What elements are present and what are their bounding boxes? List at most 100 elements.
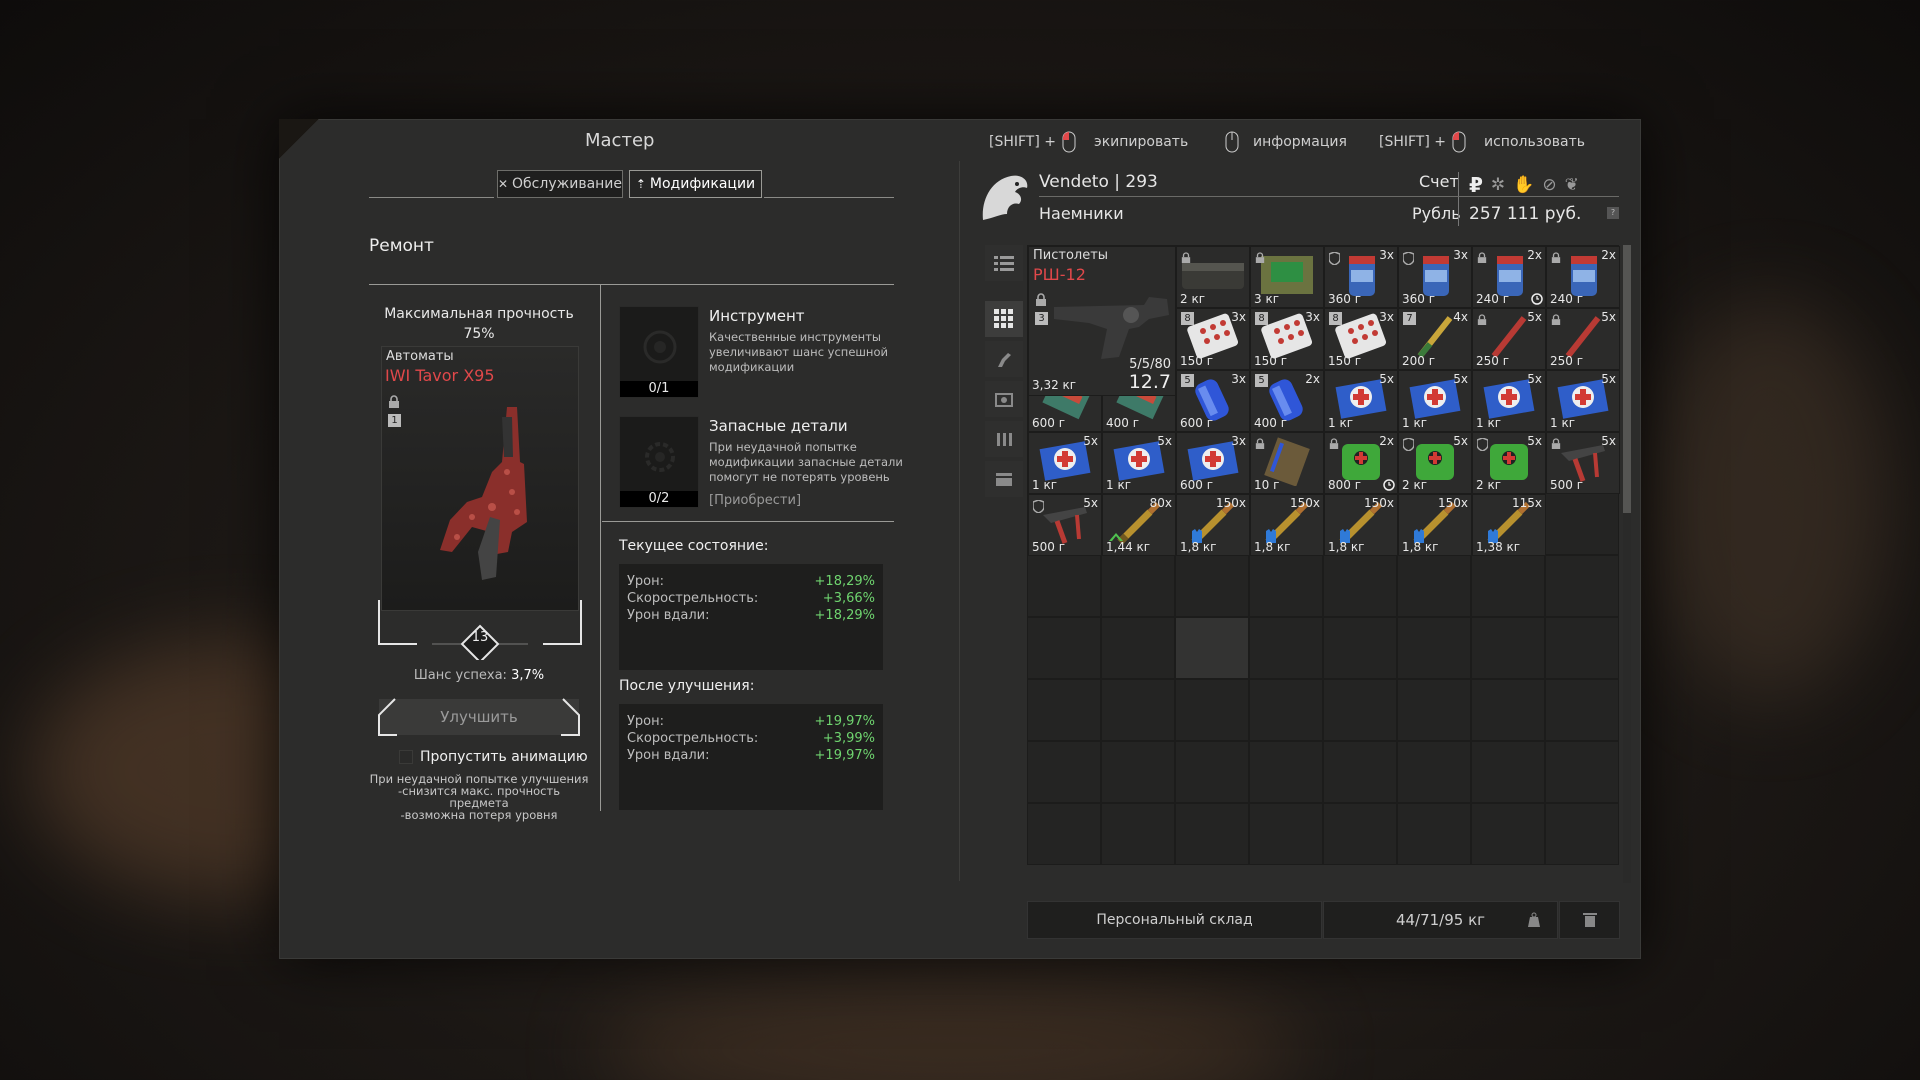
grid-cell[interactable]	[1249, 679, 1323, 741]
inventory-item[interactable]: 8 3x 150 г	[1324, 308, 1398, 370]
help-icon[interactable]: ?	[1607, 207, 1619, 219]
inventory-item[interactable]: 5x 2 кг	[1472, 432, 1546, 494]
grid-cell[interactable]	[1471, 741, 1545, 803]
grid-cell[interactable]	[1545, 555, 1619, 617]
wrench-icon: ✕	[497, 177, 509, 191]
tab-mods[interactable]: ⇡ Модификации	[629, 170, 762, 198]
grid-cell[interactable]	[1323, 679, 1397, 741]
grid-cell[interactable]	[1471, 679, 1545, 741]
player-name: Vendeto | 293	[1039, 172, 1158, 192]
grid-cell[interactable]	[1323, 617, 1397, 679]
grid-cell[interactable]	[1249, 617, 1323, 679]
grid-cell[interactable]	[1545, 493, 1619, 555]
grid-cell[interactable]	[1397, 803, 1471, 865]
inventory-item[interactable]: 8 3x 150 г	[1250, 308, 1324, 370]
inventory-item[interactable]: 2x 240 г	[1546, 246, 1620, 308]
skip-animation-checkbox[interactable]	[399, 750, 413, 764]
inventory-item[interactable]: 150x 1,8 кг	[1324, 494, 1398, 556]
inventory-item[interactable]: 5x 250 г	[1472, 308, 1546, 370]
inventory-item[interactable]: 150x 1,8 кг	[1176, 494, 1250, 556]
buy-spare-link[interactable]: [Приобрести]	[709, 493, 801, 508]
grid-cell[interactable]	[1027, 803, 1101, 865]
grid-cell[interactable]	[1323, 803, 1397, 865]
inventory-item[interactable]: 2 кг	[1176, 246, 1250, 308]
weapon-slot[interactable]: Автоматы IWI Tavor X95 1	[381, 346, 579, 611]
grid-cell[interactable]	[1027, 555, 1101, 617]
grid-cell[interactable]	[1397, 679, 1471, 741]
grid-cell[interactable]	[1101, 555, 1175, 617]
filter-containers-icon[interactable]	[985, 461, 1023, 497]
grid-cell[interactable]	[1545, 617, 1619, 679]
inventory-item[interactable]: 7 4x 200 г	[1398, 308, 1472, 370]
grid-cell[interactable]	[1545, 803, 1619, 865]
grid-cell[interactable]	[1175, 803, 1249, 865]
grid-cell[interactable]	[1471, 555, 1545, 617]
grid-cell[interactable]	[1101, 679, 1175, 741]
filter-armor-icon[interactable]	[985, 381, 1023, 417]
inventory-item[interactable]: 115x 1,38 кг	[1472, 494, 1546, 556]
inventory-item[interactable]: 3 кг	[1250, 246, 1324, 308]
inventory-item[interactable]: 5 3x 600 г	[1176, 370, 1250, 432]
grid-cell[interactable]	[1323, 741, 1397, 803]
grid-cell[interactable]	[1101, 741, 1175, 803]
pin-icon[interactable]: ❦	[1565, 175, 1579, 195]
grid-cell[interactable]	[1545, 679, 1619, 741]
grid-cell[interactable]	[1397, 617, 1471, 679]
grid-cell[interactable]	[1175, 617, 1249, 679]
spare-parts-slot[interactable]: 0/2	[619, 416, 699, 508]
scrollbar[interactable]	[1623, 245, 1631, 883]
grid-cell[interactable]	[1175, 741, 1249, 803]
grid-cell[interactable]	[1027, 679, 1101, 741]
inventory-item[interactable]: 5x 500 г	[1028, 494, 1102, 556]
grid-cell[interactable]	[1397, 555, 1471, 617]
inventory-item[interactable]: 10 г	[1250, 432, 1324, 494]
filter-list-icon[interactable]	[985, 245, 1023, 281]
inventory-item[interactable]: 5x 2 кг	[1398, 432, 1472, 494]
inventory-item[interactable]: 5x 1 кг	[1472, 370, 1546, 432]
inventory-item[interactable]: 3x 360 г	[1324, 246, 1398, 308]
gear-icon[interactable]: ✲	[1491, 175, 1505, 195]
grid-cell[interactable]	[1249, 555, 1323, 617]
inventory-item[interactable]: 5x 1 кг	[1102, 432, 1176, 494]
grid-cell[interactable]	[1397, 741, 1471, 803]
filter-all-icon[interactable]	[985, 301, 1023, 337]
grid-cell[interactable]	[1175, 679, 1249, 741]
grid-cell[interactable]	[1471, 803, 1545, 865]
inventory-item[interactable]: 150x 1,8 кг	[1250, 494, 1324, 556]
inventory-item[interactable]: 5x 250 г	[1546, 308, 1620, 370]
inventory-item[interactable]: 80x 1,44 кг	[1102, 494, 1176, 556]
filter-ammo-icon[interactable]	[985, 421, 1023, 457]
inventory-item[interactable]: 5x 1 кг	[1546, 370, 1620, 432]
grid-cell[interactable]	[1027, 617, 1101, 679]
filter-weapons-icon[interactable]	[985, 341, 1023, 377]
inventory-item[interactable]: 3x 360 г	[1398, 246, 1472, 308]
inventory-item[interactable]: 5x 500 г	[1546, 432, 1620, 494]
inventory-item[interactable]: 2x 800 г	[1324, 432, 1398, 494]
tab-service[interactable]: ✕ Обслуживание	[497, 170, 623, 198]
inventory-item[interactable]: 5x 1 кг	[1398, 370, 1472, 432]
grid-cell[interactable]	[1249, 741, 1323, 803]
ruble-icon[interactable]: ₽	[1469, 173, 1483, 197]
grid-cell[interactable]	[1027, 741, 1101, 803]
grid-cell[interactable]	[1101, 803, 1175, 865]
grid-cell[interactable]	[1249, 803, 1323, 865]
grid-cell[interactable]	[1175, 555, 1249, 617]
inventory-item[interactable]: 5x 1 кг	[1324, 370, 1398, 432]
tool-slot[interactable]: 0/1	[619, 306, 699, 398]
grid-cell[interactable]	[1545, 741, 1619, 803]
grid-cell[interactable]	[1471, 617, 1545, 679]
no-icon[interactable]: ⊘	[1542, 175, 1556, 195]
inventory-item[interactable]: 3x 600 г	[1176, 432, 1250, 494]
grid-cell[interactable]	[1323, 555, 1397, 617]
inventory-item[interactable]: 150x 1,8 кг	[1398, 494, 1472, 556]
inventory-item[interactable]: 5x 1 кг	[1028, 432, 1102, 494]
inventory-item[interactable]: 5 2x 400 г	[1250, 370, 1324, 432]
grid-cell[interactable]	[1101, 617, 1175, 679]
hand-icon[interactable]: ✋	[1513, 175, 1534, 195]
inventory-item[interactable]: 2x 240 г	[1472, 246, 1546, 308]
trash-icon[interactable]	[1559, 901, 1620, 939]
stash-label: Персональный склад	[1027, 901, 1322, 939]
pistol-item[interactable]: Пистолеты РШ-12 3 5/5/80 12.7 3,32 кг	[1028, 246, 1176, 396]
inventory-item[interactable]: 8 3x 150 г	[1176, 308, 1250, 370]
scrollbar-thumb[interactable]	[1623, 245, 1631, 513]
